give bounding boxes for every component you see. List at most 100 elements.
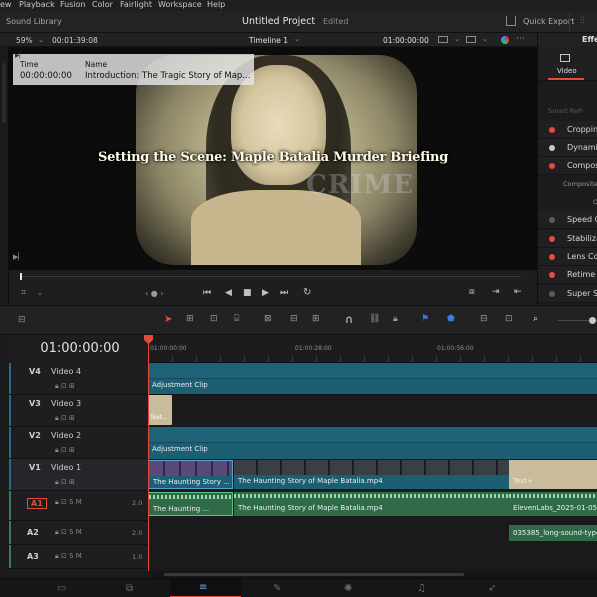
- a2-clip[interactable]: 035385_long-sound-typewri...: [509, 525, 597, 541]
- marker-icon[interactable]: ⬟: [447, 314, 455, 324]
- zoom-detail-icon[interactable]: ⊡: [505, 314, 513, 324]
- blade-tool-icon[interactable]: ⌸: [234, 314, 239, 324]
- chevron-down-icon[interactable]: ⌄: [38, 36, 44, 44]
- left-scrollbar[interactable]: [2, 63, 6, 123]
- fusion-page-icon[interactable]: ✎: [273, 583, 281, 594]
- step-icon[interactable]: ▶▏: [13, 253, 24, 261]
- loop-icon[interactable]: ↻: [303, 287, 311, 298]
- toggle-indicator-icon[interactable]: [549, 291, 555, 297]
- flag-icon[interactable]: ⚑: [421, 314, 429, 324]
- toggle-indicator-icon[interactable]: [549, 236, 555, 242]
- chevron-down-icon[interactable]: ⌄: [454, 35, 460, 43]
- track-header-v1[interactable]: V1 Video 1 🔒︎ ⊡ ⊞: [9, 459, 148, 491]
- inspector-section[interactable]: Compos: [538, 157, 597, 175]
- cut-page-icon[interactable]: ⧉: [126, 583, 133, 594]
- scrub-bar[interactable]: [21, 276, 521, 277]
- edit-page-tab-active[interactable]: ≡: [170, 579, 241, 597]
- overwrite-clip-icon[interactable]: ⊟: [290, 314, 298, 324]
- deliver-page-icon[interactable]: ➶: [488, 583, 496, 594]
- zoom-custom-icon[interactable]: ⌕: [533, 314, 538, 324]
- quick-export-button[interactable]: Quick Export: [523, 17, 574, 26]
- track-controls[interactable]: 🔒︎ ⊡ S M: [55, 498, 82, 507]
- track-header-v3[interactable]: V3 Video 3 🔒︎ ⊡ ⊞: [9, 395, 148, 427]
- menu-fairlight[interactable]: Fairlight: [120, 0, 152, 9]
- viewer-mode-icon[interactable]: [438, 36, 448, 43]
- zoom-select[interactable]: 59%: [16, 36, 33, 45]
- video-tab-icon[interactable]: [560, 54, 570, 62]
- track-controls[interactable]: 🔒︎ ⊡ ⊞: [55, 414, 75, 423]
- timeline-timecode[interactable]: 01:00:00:00: [20, 341, 140, 356]
- track-header-a2[interactable]: A2 🔒︎ ⊡ S M 2.0: [9, 521, 148, 545]
- inspector-section[interactable]: Retime a: [538, 266, 597, 284]
- tab-video[interactable]: Video: [557, 67, 577, 75]
- toggle-indicator-icon[interactable]: [549, 163, 555, 169]
- menu-playback[interactable]: Playback: [19, 0, 55, 9]
- toggle-indicator-icon[interactable]: [549, 254, 555, 260]
- chevron-down-icon[interactable]: ⌄: [294, 35, 300, 43]
- mark-out-icon[interactable]: ⇤: [514, 287, 522, 297]
- track-name[interactable]: Video 3: [51, 399, 81, 408]
- playhead[interactable]: [148, 335, 149, 571]
- media-page-icon[interactable]: ▭: [57, 583, 66, 594]
- stop-icon[interactable]: ■: [243, 288, 252, 298]
- snapping-icon[interactable]: ∩: [345, 313, 353, 326]
- effects-tab[interactable]: Effe: [582, 35, 597, 44]
- inspector-section[interactable]: Dynamic: [538, 139, 597, 157]
- match-frame-icon[interactable]: ⧈: [469, 287, 475, 297]
- insert-clip-icon[interactable]: ⊠: [264, 314, 272, 324]
- scrollbar-thumb[interactable]: [164, 573, 464, 576]
- track-name[interactable]: Video 2: [51, 431, 81, 440]
- toggle-indicator-icon[interactable]: [549, 127, 555, 133]
- a1-clip-b[interactable]: The Haunting Story of Maple Batalia.mp4: [234, 492, 509, 516]
- color-page-icon[interactable]: ✺: [344, 583, 352, 594]
- v1-clip-a[interactable]: The Haunting Story ...: [148, 460, 233, 489]
- timeline-scrollbar[interactable]: [148, 571, 597, 578]
- track-controls[interactable]: 🔒︎ ⊡ S M: [55, 528, 82, 537]
- track-id[interactable]: V3: [29, 399, 41, 408]
- timeline-area[interactable]: 01:00:00:00 01:00:28:00 01:00:56:00 Adju…: [148, 335, 597, 571]
- menu-workspace[interactable]: Workspace: [158, 0, 202, 9]
- mixer-icon[interactable]: ⫶⫶: [580, 16, 585, 26]
- scrub-handle[interactable]: [20, 273, 22, 280]
- a1-clip-c[interactable]: ElevenLabs_2025-01-05T12_...: [509, 492, 597, 516]
- timeline-selector[interactable]: Timeline 1: [249, 36, 288, 45]
- overlay-icon[interactable]: [466, 36, 476, 43]
- track-id[interactable]: A1: [27, 498, 47, 509]
- menu-view[interactable]: ew: [0, 0, 11, 9]
- fairlight-page-icon[interactable]: ♫: [417, 583, 426, 594]
- inspector-section[interactable]: Composite: [538, 176, 597, 194]
- go-to-end-icon[interactable]: ⏭: [280, 288, 288, 298]
- track-id[interactable]: A2: [27, 528, 39, 537]
- subtitle-list-overlay[interactable]: ▶▏ Time Name 00:00:00:00 Introduction: T…: [13, 52, 254, 85]
- v3-text-clip[interactable]: Text...: [148, 395, 172, 425]
- dynamic-trim-icon[interactable]: ⊡: [210, 314, 218, 324]
- track-controls[interactable]: 🔒︎ ⊡ ⊞: [55, 478, 75, 487]
- toggle-indicator-icon[interactable]: [549, 217, 555, 223]
- more-icon[interactable]: ⋯: [516, 34, 525, 44]
- menu-fusion[interactable]: Fusion: [60, 0, 86, 9]
- replace-clip-icon[interactable]: ⊞: [312, 314, 320, 324]
- track-name[interactable]: Video 4: [51, 367, 81, 376]
- chevron-down-icon[interactable]: ⌄: [482, 35, 488, 43]
- subtitle-time-cell[interactable]: 00:00:00:00: [20, 71, 72, 81]
- track-header-a1[interactable]: A1 🔒︎ ⊡ S M 2.0: [9, 491, 148, 521]
- smart-reframe-label[interactable]: Smart Refr: [548, 107, 583, 115]
- track-id[interactable]: V2: [29, 431, 41, 440]
- track-id[interactable]: A3: [27, 552, 39, 561]
- sound-library-tab[interactable]: Sound Library: [6, 17, 62, 26]
- menu-color[interactable]: Color: [92, 0, 113, 9]
- step-icon[interactable]: ▶▏: [15, 52, 24, 59]
- a1-clip-a[interactable]: The Haunting ...: [148, 492, 233, 516]
- position-lock-icon[interactable]: 🔒︎: [393, 314, 398, 324]
- crop-icon[interactable]: ⌗: [21, 288, 26, 298]
- track-header-a3[interactable]: A3 🔒︎ ⊡ S M 1.0: [9, 545, 148, 569]
- inspector-section[interactable]: Lens Cor: [538, 248, 597, 266]
- track-controls[interactable]: 🔒︎ ⊡ ⊞: [55, 446, 75, 455]
- toggle-indicator-icon[interactable]: [549, 272, 555, 278]
- play-icon[interactable]: ▶: [262, 288, 269, 298]
- v2-adjustment-clip[interactable]: Adjustment Clip: [148, 443, 597, 459]
- track-header-v4[interactable]: V4 Video 4 🔒︎ ⊡ ⊞: [9, 363, 148, 395]
- track-controls[interactable]: 🔒︎ ⊡ ⊞: [55, 382, 75, 391]
- v1-clip-b[interactable]: The Haunting Story of Maple Batalia.mp4: [234, 460, 509, 489]
- track-controls[interactable]: 🔒︎ ⊡ S M: [55, 552, 82, 561]
